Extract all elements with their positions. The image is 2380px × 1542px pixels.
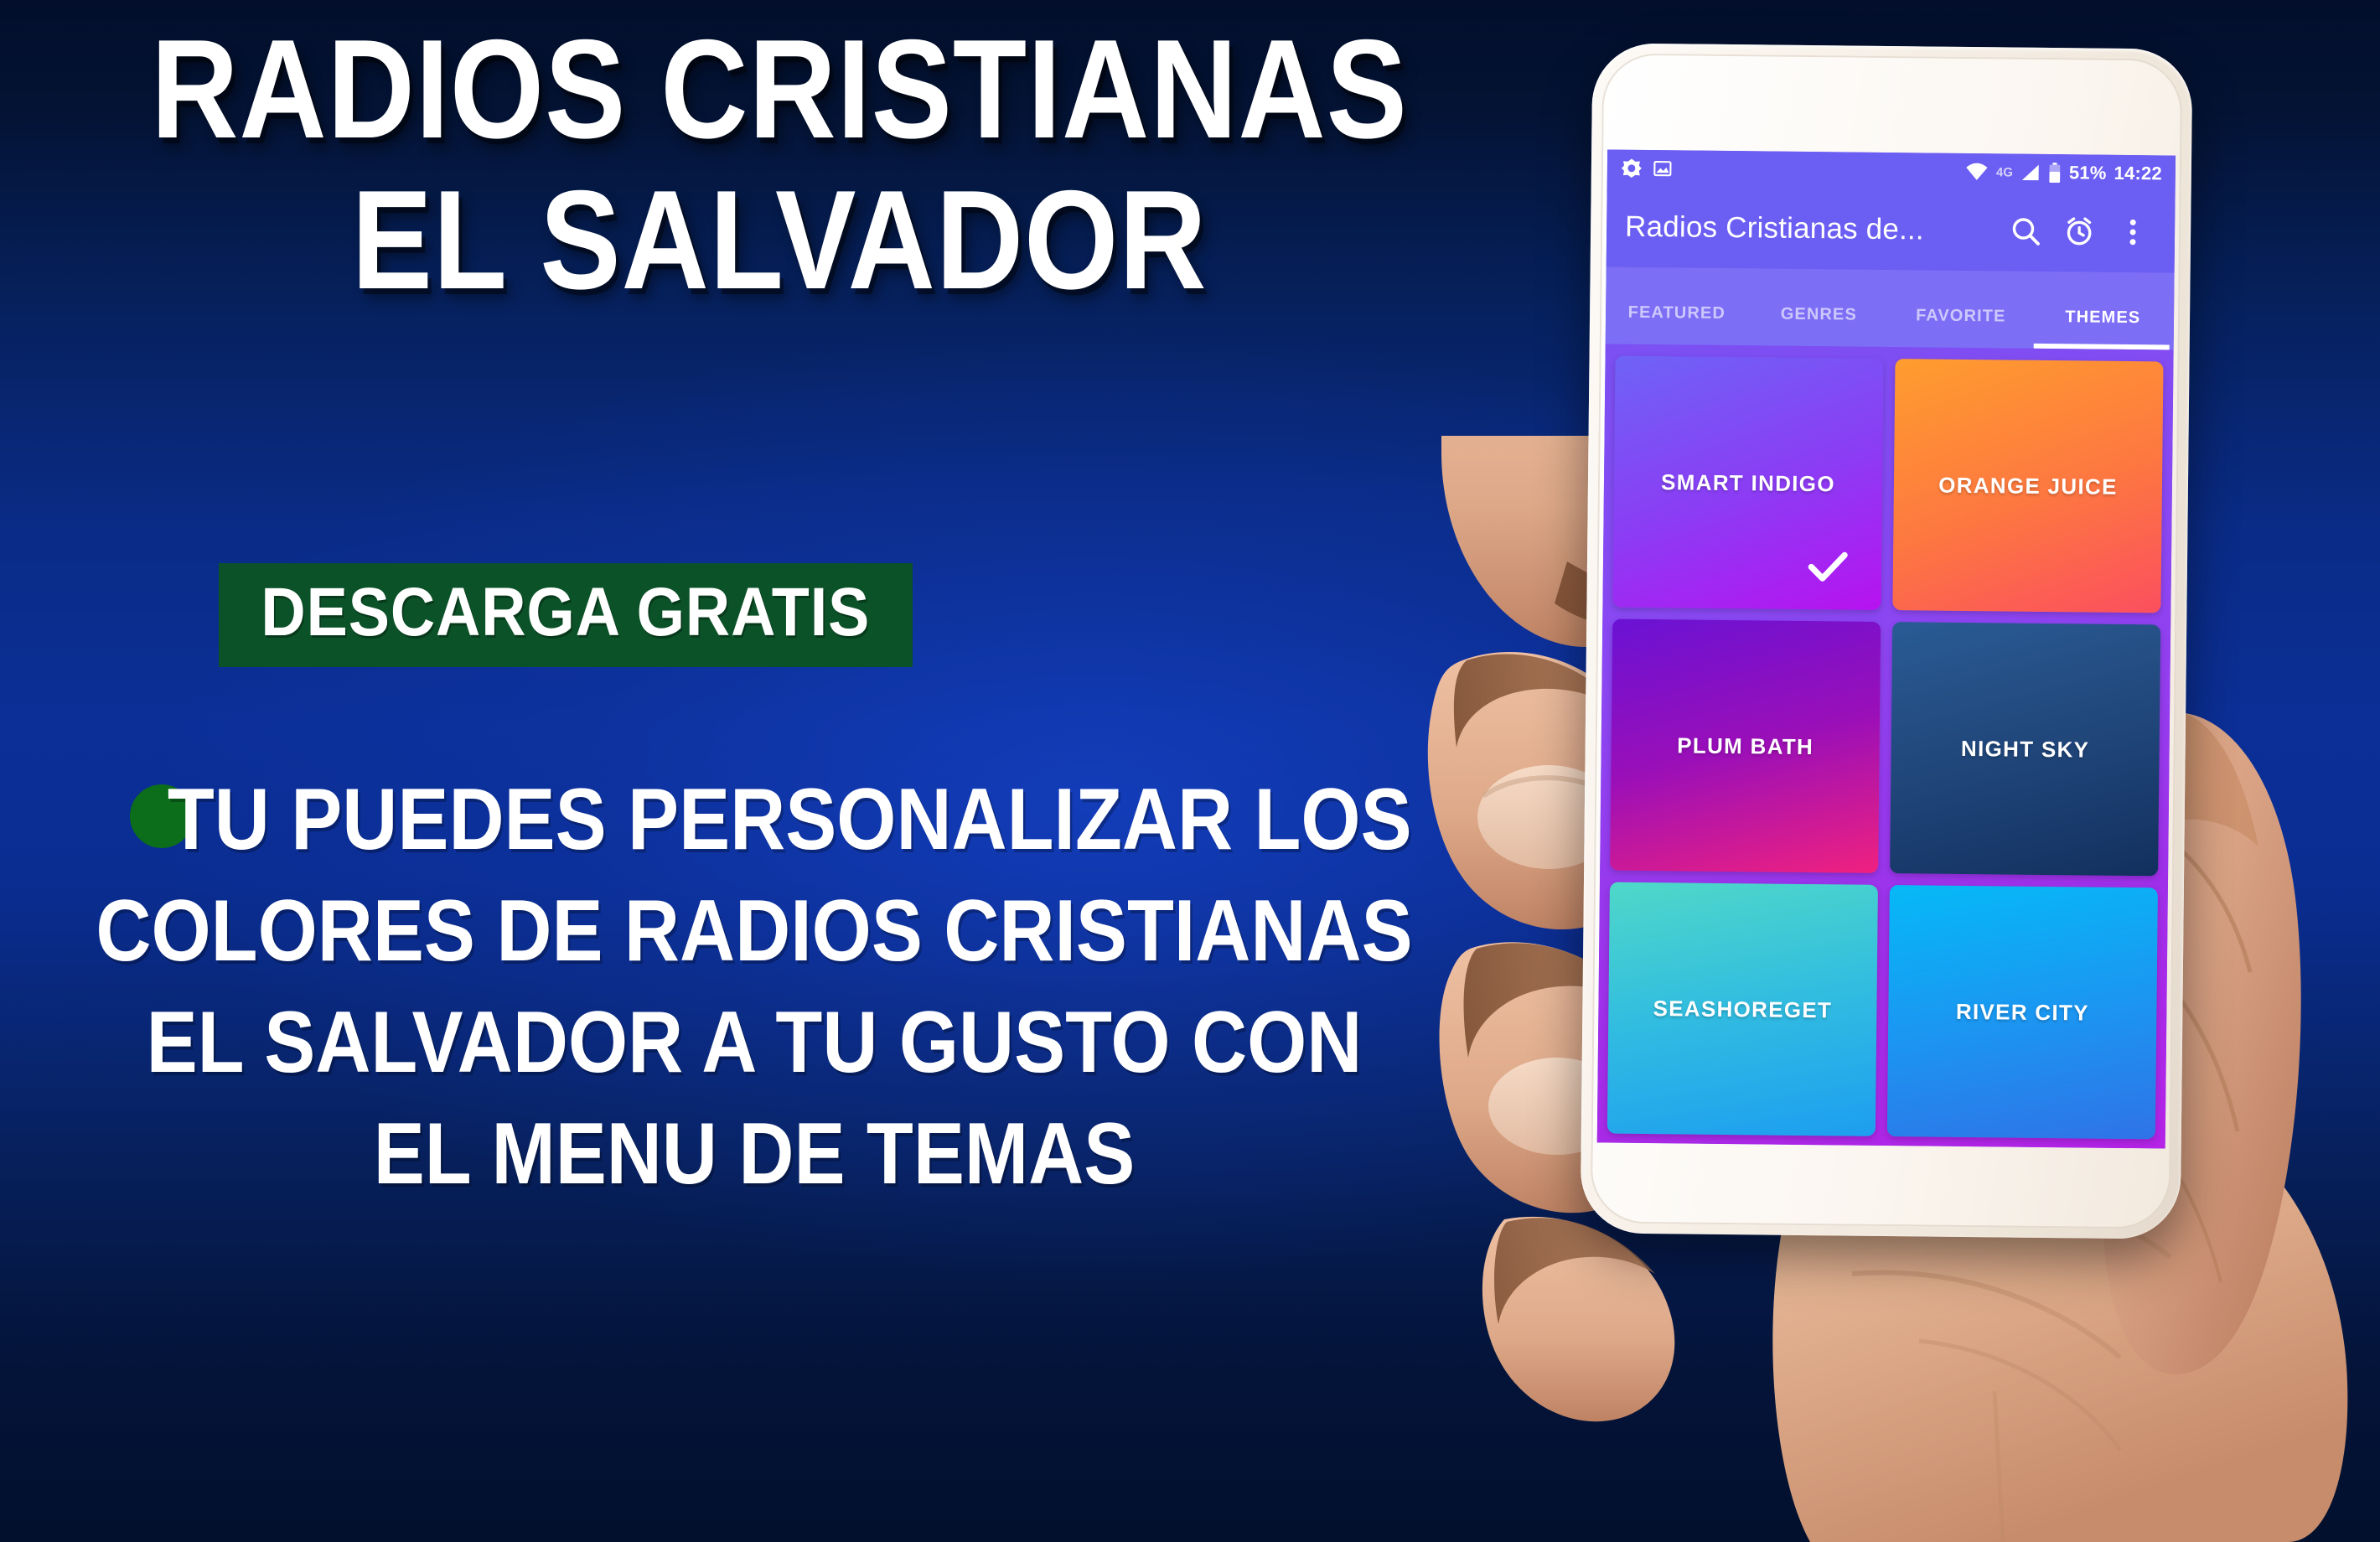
search-button[interactable] (1999, 204, 2053, 258)
image-notification-icon (1653, 161, 1672, 177)
promo-body-text: TU PUEDES PERSONALIZAR LOS COLORES DE RA… (0, 764, 1508, 1210)
battery-icon (2049, 163, 2061, 184)
check-icon (1808, 551, 1848, 582)
theme-card-smart-indigo[interactable]: SMART INDIGO (1612, 355, 1884, 610)
clock-label: 14:22 (2114, 162, 2162, 184)
theme-card-orange-juice[interactable]: ORANGE JUICE (1892, 359, 2164, 613)
theme-card-seashoreget[interactable]: SEASHOREGET (1606, 882, 1878, 1136)
themes-grid: SMART INDIGO ORANGE JUICE PLUM BATH NIGH… (1606, 355, 2164, 1140)
tab-genres[interactable]: GENRES (1747, 304, 1890, 347)
alarm-clock-icon (2067, 217, 2092, 246)
wifi-icon (1966, 163, 1988, 180)
body-line: EL MENU DE TEMAS (373, 1105, 1136, 1203)
status-bar-indicators: 4G 51% 14:22 (1965, 161, 2162, 184)
promo-banner: RADIOS CRISTIANAS EL SALVADOR DESCARGA G… (0, 0, 2380, 1542)
theme-label: SEASHOREGET (1653, 995, 1833, 1022)
theme-label: PLUM BATH (1677, 732, 1814, 759)
theme-label: RIVER CITY (1955, 998, 2089, 1026)
app-bar: Radios Cristianas de... (1606, 186, 2176, 273)
theme-card-river-city[interactable]: RIVER CITY (1886, 885, 2158, 1140)
signal-bars-icon (2022, 164, 2039, 181)
themes-panel: SMART INDIGO ORANGE JUICE PLUM BATH NIGH… (1596, 344, 2174, 1149)
status-bar-notifications (1621, 158, 1673, 180)
theme-card-plum-bath[interactable]: PLUM BATH (1610, 618, 1881, 873)
promo-copy: RADIOS CRISTIANAS EL SALVADOR DESCARGA G… (0, 0, 1643, 1542)
headline-line-1: RADIOS CRISTIANAS (151, 10, 1408, 168)
overflow-menu-button[interactable] (2106, 205, 2160, 260)
phone-screen: 4G 51% 14:22 Radios Cristianas de... FEA… (1596, 149, 2176, 1149)
android-status-bar: 4G 51% 14:22 (1606, 149, 2176, 193)
phone-device: 4G 51% 14:22 Radios Cristianas de... FEA… (1580, 43, 2193, 1239)
theme-label: SMART INDIGO (1660, 468, 1835, 496)
search-icon (2012, 218, 2040, 246)
app-bar-title: Radios Cristianas de... (1624, 210, 1925, 246)
tab-favorite[interactable]: FAVORITE (1890, 306, 2032, 349)
overflow-menu-icon (2129, 219, 2136, 246)
theme-card-night-sky[interactable]: NIGHT SKY (1890, 622, 2161, 877)
network-type-label: 4G (1995, 164, 2014, 180)
tab-featured[interactable]: FEATURED (1606, 303, 1748, 345)
theme-label: ORANGE JUICE (1938, 472, 2118, 499)
body-line: EL SALVADOR A TU GUSTO CON (146, 994, 1363, 1092)
body-line: TU PUEDES PERSONALIZAR LOS (167, 771, 1412, 868)
antivirus-shield-icon (1621, 158, 1642, 179)
download-free-badge: DESCARGA GRATIS (219, 563, 913, 667)
theme-label: NIGHT SKY (1960, 735, 2090, 763)
download-badge-wrapper: DESCARGA GRATIS (0, 563, 1131, 667)
battery-percent-label: 51% (2068, 162, 2107, 184)
body-line: COLORES DE RADIOS CRISTIANAS (96, 882, 1413, 981)
tab-bar: FEATURED GENRES FAVORITE THEMES (1605, 266, 2175, 350)
sleep-timer-button[interactable] (2052, 204, 2107, 259)
headline-line-2: EL SALVADOR (351, 161, 1208, 318)
